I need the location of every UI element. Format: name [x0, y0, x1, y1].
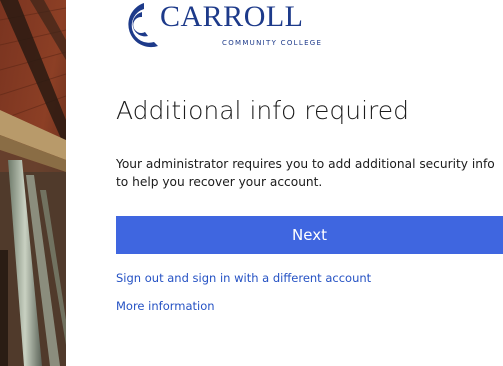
next-button[interactable]: Next — [116, 216, 503, 254]
signin-page: CARROLL COMMUNITY COLLEGE Additional inf… — [0, 0, 503, 366]
sign-out-link[interactable]: Sign out and sign in with a different ac… — [116, 271, 371, 285]
logo-mark-icon — [128, 3, 158, 48]
logo-subtitle: COMMUNITY COLLEGE — [222, 39, 323, 47]
college-logo: CARROLL COMMUNITY COLLEGE — [114, 0, 321, 56]
page-title: Additional info required — [116, 96, 410, 125]
more-information-link[interactable]: More information — [116, 299, 215, 313]
content-panel: CARROLL COMMUNITY COLLEGE Additional inf… — [66, 0, 503, 366]
logo-name: CARROLL — [160, 0, 304, 33]
background-image — [0, 0, 66, 366]
description-text: Your administrator requires you to add a… — [116, 157, 495, 189]
